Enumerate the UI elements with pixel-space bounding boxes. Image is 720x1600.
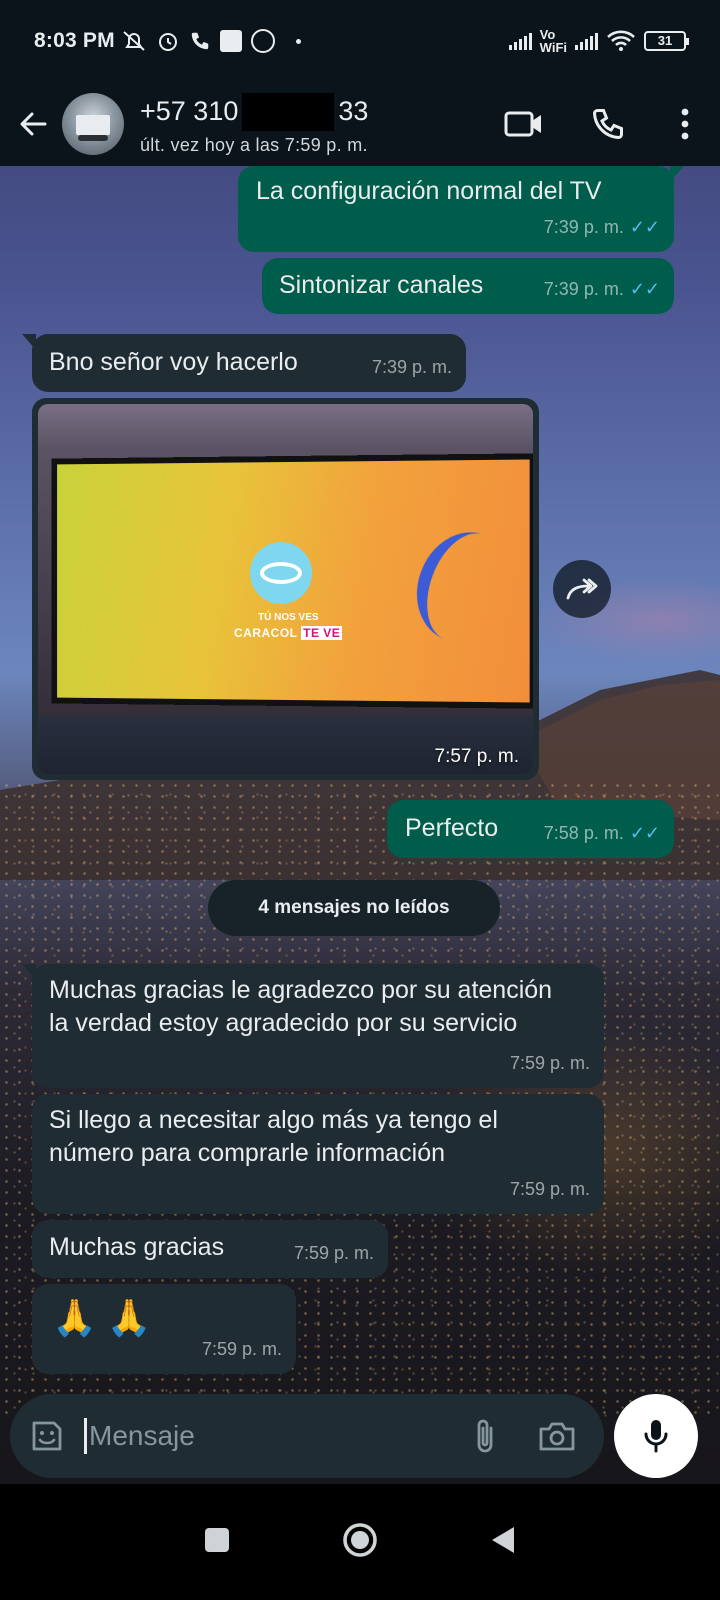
contact-info[interactable]: +57 310 33 últ. vez hoy a las 7:59 p. m. — [140, 92, 369, 156]
contact-phone-start: +57 310 — [140, 96, 239, 126]
back-button[interactable] — [4, 82, 62, 166]
battery-indicator: 31 — [644, 31, 689, 51]
message-time: 7:58 p. m. — [543, 823, 624, 843]
caracol-logo — [250, 542, 312, 604]
call-status-icon — [191, 32, 209, 50]
redacted-block — [242, 92, 335, 131]
message-time: 7:39 p. m. — [543, 217, 624, 237]
alarm-icon — [158, 33, 177, 51]
read-receipt-icon: ✓✓ — [629, 217, 660, 237]
wifi-icon — [607, 30, 635, 51]
forward-button[interactable] — [553, 560, 611, 618]
message-input[interactable]: Mensaje — [84, 1418, 195, 1454]
message-bubble[interactable]: Bno señor voy hacerlo 7:39 p. m. — [22, 334, 466, 392]
back-arrow-icon — [20, 112, 47, 136]
app-square-icon — [219, 30, 242, 52]
message-bubble[interactable]: Si llego a necesitar algo más ya tengo e… — [32, 1094, 604, 1214]
status-bar: 8:03 PM Vo WiFi 31 — [0, 0, 720, 82]
image-message[interactable]: TÚ NOS VES CARACOL TE VE 7:57 p. m. — [32, 398, 539, 780]
sticker-icon[interactable] — [28, 1417, 66, 1455]
message-bubble[interactable]: Sintonizar canales 7:39 p. m. ✓✓ — [262, 258, 674, 314]
signal-2-icon — [575, 32, 598, 50]
recents-button[interactable] — [204, 1527, 230, 1558]
app-badge-icon — [250, 29, 275, 53]
message-time: 7:39 p. m. — [371, 357, 452, 377]
video-call-button[interactable] — [482, 82, 566, 166]
message-time: 7:59 p. m. — [509, 1179, 590, 1199]
tv-photo[interactable]: TÚ NOS VES CARACOL TE VE — [38, 404, 533, 774]
system-nav-bar — [0, 1484, 720, 1600]
voice-message-button[interactable] — [614, 1394, 698, 1478]
message-time: 7:59 p. m. — [509, 1053, 590, 1073]
unread-messages-divider: 4 mensajes no leídos — [208, 880, 500, 936]
message-bubble[interactable]: Muchas gracias 7:59 p. m. — [32, 1220, 388, 1278]
forward-icon — [566, 578, 598, 600]
message-time: 7:59 p. m. — [293, 1243, 374, 1263]
home-button[interactable] — [342, 1522, 378, 1563]
read-receipt-icon: ✓✓ — [629, 823, 660, 843]
more-options-icon — [681, 108, 689, 140]
recents-icon — [205, 1527, 229, 1552]
video-call-icon — [504, 111, 541, 137]
mic-icon — [644, 1420, 668, 1453]
message-time: 7:39 p. m. — [543, 279, 624, 299]
attach-icon[interactable] — [472, 1416, 498, 1456]
phone-call-icon — [592, 109, 623, 140]
signal-1-icon — [508, 32, 532, 50]
contact-name: +57 310 33 — [140, 92, 369, 131]
back-nav-icon — [492, 1526, 514, 1553]
home-icon — [343, 1522, 377, 1557]
message-placeholder: Mensaje — [89, 1420, 195, 1451]
tv-caption-2: CARACOL TE VE — [234, 626, 343, 640]
contact-phone-end: 33 — [338, 96, 369, 126]
message-bubble[interactable]: Muchas gracias le agradezco por su atenc… — [22, 964, 604, 1088]
chat-header: +57 310 33 últ. vez hoy a las 7:59 p. m. — [0, 82, 720, 166]
message-text: Muchas gracias le agradezco por su atenc… — [49, 976, 553, 1037]
dot-icon — [295, 38, 301, 44]
read-receipt-icon: ✓✓ — [629, 279, 660, 299]
message-bubble[interactable]: 🙏 🙏 7:59 p. m. — [32, 1284, 296, 1374]
message-bubble[interactable]: Perfecto 7:58 p. m. ✓✓ — [387, 800, 674, 858]
contact-avatar[interactable] — [62, 93, 124, 155]
muted-bell-icon — [123, 31, 145, 51]
voice-call-button[interactable] — [566, 82, 650, 166]
message-time: 7:59 p. m. — [201, 1339, 282, 1359]
message-composer: Mensaje — [10, 1394, 604, 1478]
tv-caption-1: TÚ NOS VES — [258, 612, 319, 623]
message-time: 7:57 p. m. — [434, 746, 520, 767]
message-emoji: 🙏 🙏 — [52, 1297, 152, 1338]
last-seen-text: últ. vez hoy a las 7:59 p. m. — [140, 134, 368, 155]
message-bubble[interactable]: La configuración normal del TV 7:39 p. m… — [238, 166, 684, 252]
vowifi-label: Vo WiFi — [539, 27, 567, 55]
status-time: 8:03 PM — [34, 29, 115, 52]
camera-icon[interactable] — [538, 1420, 576, 1452]
back-nav-button[interactable] — [490, 1525, 516, 1560]
text-caret — [84, 1418, 87, 1454]
more-options-button[interactable] — [650, 82, 720, 166]
message-text: La configuración normal del TV — [256, 177, 602, 205]
message-text: Si llego a necesitar algo más ya tengo e… — [49, 1106, 498, 1167]
